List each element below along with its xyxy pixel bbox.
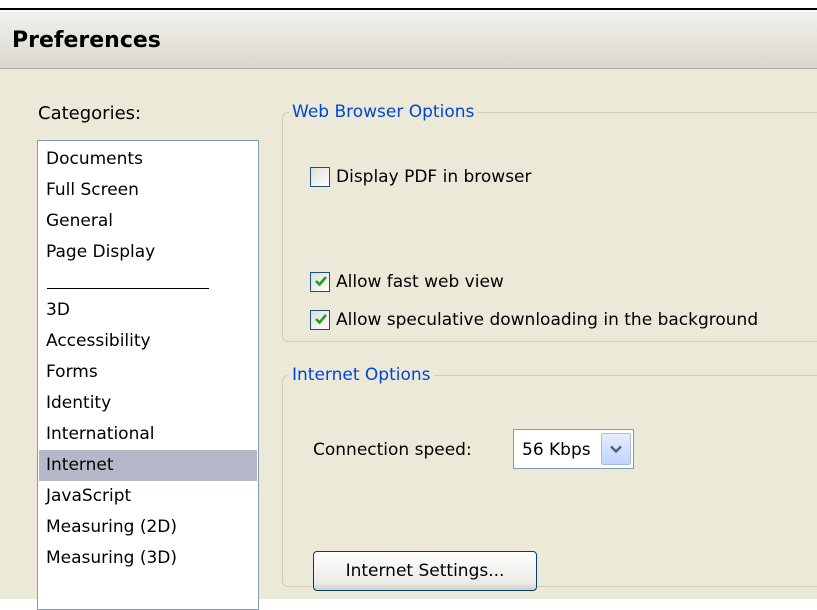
- speculative-download-checkbox[interactable]: [310, 310, 330, 330]
- category-separator: [47, 288, 209, 289]
- fast-web-view-label: Allow fast web view: [336, 272, 504, 292]
- categories-list[interactable]: Documents Full Screen General Page Displ…: [37, 140, 259, 610]
- dropdown-button[interactable]: [601, 433, 631, 465]
- display-pdf-option[interactable]: Display PDF in browser: [310, 164, 532, 190]
- category-identity[interactable]: Identity: [39, 388, 257, 419]
- category-accessibility[interactable]: Accessibility: [39, 326, 257, 357]
- speculative-download-label: Allow speculative downloading in the bac…: [336, 310, 759, 330]
- checkmark-icon: [315, 314, 327, 325]
- category-forms[interactable]: Forms: [39, 357, 257, 388]
- chevron-down-icon: [610, 445, 622, 454]
- internet-options-group: Internet Options Connection speed: 56 Kb…: [282, 365, 817, 591]
- category-international[interactable]: International: [39, 419, 257, 450]
- fast-web-view-option[interactable]: Allow fast web view: [310, 269, 504, 295]
- connection-speed-select[interactable]: 56 Kbps: [513, 429, 634, 469]
- top-border: [0, 8, 817, 10]
- title-bar: Preferences: [0, 12, 817, 69]
- category-measuring-2d[interactable]: Measuring (2D): [39, 512, 257, 543]
- web-browser-options-legend: Web Browser Options: [292, 102, 475, 122]
- category-page-display[interactable]: Page Display: [39, 237, 257, 268]
- categories-label: Categories:: [38, 103, 142, 124]
- fast-web-view-checkbox[interactable]: [310, 272, 330, 292]
- speculative-download-option[interactable]: Allow speculative downloading in the bac…: [310, 307, 758, 333]
- connection-speed-label: Connection speed:: [313, 440, 472, 460]
- category-full-screen[interactable]: Full Screen: [39, 175, 257, 206]
- internet-settings-button[interactable]: Internet Settings...: [313, 551, 537, 591]
- category-internet[interactable]: Internet: [39, 450, 257, 481]
- category-general[interactable]: General: [39, 206, 257, 237]
- display-pdf-checkbox[interactable]: [310, 167, 330, 187]
- category-javascript[interactable]: JavaScript: [39, 481, 257, 512]
- category-documents[interactable]: Documents: [39, 144, 257, 175]
- window-title: Preferences: [12, 28, 161, 53]
- category-measuring-3d[interactable]: Measuring (3D): [39, 543, 257, 574]
- display-pdf-label: Display PDF in browser: [336, 167, 532, 187]
- connection-speed-value: 56 Kbps: [522, 440, 591, 460]
- web-browser-options-group: Web Browser Options Display PDF in brows…: [282, 102, 817, 342]
- category-3d[interactable]: 3D: [39, 295, 257, 326]
- checkmark-icon: [315, 276, 327, 287]
- dialog-body: Categories: Documents Full Screen Genera…: [0, 69, 817, 610]
- internet-options-legend: Internet Options: [292, 365, 431, 385]
